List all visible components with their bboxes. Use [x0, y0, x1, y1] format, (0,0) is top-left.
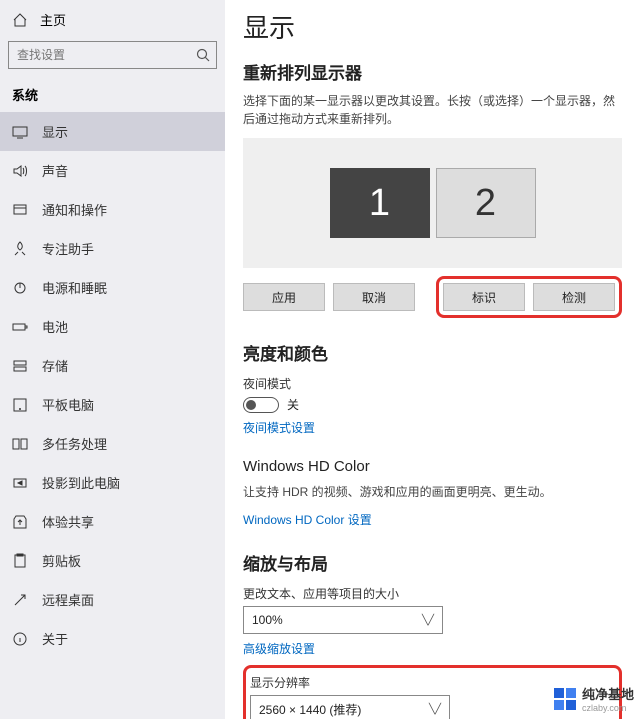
category-label: 系统	[0, 75, 225, 112]
sidebar-item-share[interactable]: 体验共享	[0, 502, 225, 541]
focus-icon	[12, 241, 28, 257]
sidebar-item-display[interactable]: 显示	[0, 112, 225, 151]
display-icon	[12, 124, 28, 140]
rearrange-heading: 重新排列显示器	[243, 59, 622, 84]
sidebar-item-label: 声音	[42, 161, 68, 180]
about-icon	[12, 631, 28, 647]
sidebar-item-battery[interactable]: 电池	[0, 307, 225, 346]
sidebar-item-about[interactable]: 关于	[0, 619, 225, 658]
remote-icon	[12, 592, 28, 608]
sidebar-item-tablet[interactable]: 平板电脑	[0, 385, 225, 424]
sidebar-item-notify[interactable]: 通知和操作	[0, 190, 225, 229]
sidebar-item-project[interactable]: 投影到此电脑	[0, 463, 225, 502]
sidebar-item-sound[interactable]: 声音	[0, 151, 225, 190]
sidebar-item-power[interactable]: 电源和睡眠	[0, 268, 225, 307]
sidebar-item-label: 远程桌面	[42, 590, 94, 609]
sidebar-item-label: 电源和睡眠	[42, 278, 107, 297]
multitask-icon	[12, 436, 28, 452]
main-panel: 显示 重新排列显示器 选择下面的某一显示器以更改其设置。长按（或选择）一个显示器…	[225, 0, 640, 719]
home-link[interactable]: 主页	[0, 4, 225, 35]
watermark-logo-icon	[554, 688, 576, 710]
night-mode-settings-link[interactable]: 夜间模式设置	[243, 419, 622, 436]
watermark-url: czlaby.com	[582, 703, 634, 713]
search-input[interactable]	[9, 48, 190, 62]
night-mode-toggle[interactable]	[243, 397, 279, 413]
share-icon	[12, 514, 28, 530]
advanced-scaling-link[interactable]: 高级缩放设置	[243, 640, 622, 657]
hdcolor-heading: Windows HD Color	[243, 458, 622, 475]
search-icon	[190, 47, 216, 63]
watermark: 纯净基地 czlaby.com	[554, 684, 634, 713]
page-title: 显示	[243, 8, 622, 45]
resolution-value: 2560 × 1440 (推荐)	[259, 701, 361, 718]
notify-icon	[12, 202, 28, 218]
scale-heading: 缩放与布局	[243, 550, 622, 575]
sidebar-item-label: 平板电脑	[42, 395, 94, 414]
apply-button[interactable]: 应用	[243, 283, 325, 311]
sidebar-item-label: 电池	[42, 317, 68, 336]
detect-button[interactable]: 检测	[533, 283, 615, 311]
home-icon	[12, 12, 28, 28]
project-icon	[12, 475, 28, 491]
sidebar-item-clipboard[interactable]: 剪贴板	[0, 541, 225, 580]
clipboard-icon	[12, 553, 28, 569]
power-icon	[12, 280, 28, 296]
sidebar-item-label: 专注助手	[42, 239, 94, 258]
monitor-2[interactable]: 2	[436, 168, 536, 238]
display-arrange-area[interactable]: 1 2	[243, 138, 622, 268]
highlight-identify-detect: 标识 检测	[436, 276, 622, 318]
storage-icon	[12, 358, 28, 374]
monitor-1[interactable]: 1	[330, 168, 430, 238]
sidebar-item-label: 通知和操作	[42, 200, 107, 219]
sidebar-item-label: 存储	[42, 356, 68, 375]
chevron-down-icon: ╲╱	[429, 704, 441, 715]
chevron-down-icon: ╲╱	[422, 615, 434, 626]
sidebar-item-label: 关于	[42, 629, 68, 648]
sidebar-item-label: 体验共享	[42, 512, 94, 531]
hdcolor-link[interactable]: Windows HD Color 设置	[243, 511, 622, 528]
hdcolor-desc: 让支持 HDR 的视频、游戏和应用的画面更明亮、更生动。	[243, 483, 622, 501]
sidebar: 主页 系统 显示声音通知和操作专注助手电源和睡眠电池存储平板电脑多任务处理投影到…	[0, 0, 225, 719]
scale-size-value: 100%	[252, 613, 283, 627]
brightness-heading: 亮度和颜色	[243, 340, 622, 365]
sidebar-item-label: 多任务处理	[42, 434, 107, 453]
search-box[interactable]	[8, 41, 217, 69]
sidebar-item-storage[interactable]: 存储	[0, 346, 225, 385]
sidebar-item-label: 剪贴板	[42, 551, 81, 570]
sidebar-item-label: 投影到此电脑	[42, 473, 120, 492]
sound-icon	[12, 163, 28, 179]
watermark-text: 纯净基地	[582, 684, 634, 703]
scale-size-label: 更改文本、应用等项目的大小	[243, 585, 622, 602]
night-mode-label: 夜间模式	[243, 375, 622, 392]
sidebar-item-multitask[interactable]: 多任务处理	[0, 424, 225, 463]
rearrange-desc: 选择下面的某一显示器以更改其设置。长按（或选择）一个显示器，然后通过拖动方式来重…	[243, 92, 622, 128]
identify-button[interactable]: 标识	[443, 283, 525, 311]
cancel-button[interactable]: 取消	[333, 283, 415, 311]
home-label: 主页	[40, 10, 66, 29]
scale-size-select[interactable]: 100% ╲╱	[243, 606, 443, 634]
tablet-icon	[12, 397, 28, 413]
night-mode-state: 关	[287, 396, 299, 413]
sidebar-item-focus[interactable]: 专注助手	[0, 229, 225, 268]
sidebar-item-remote[interactable]: 远程桌面	[0, 580, 225, 619]
battery-icon	[12, 319, 28, 335]
resolution-select[interactable]: 2560 × 1440 (推荐) ╲╱	[250, 695, 450, 719]
sidebar-item-label: 显示	[42, 122, 68, 141]
